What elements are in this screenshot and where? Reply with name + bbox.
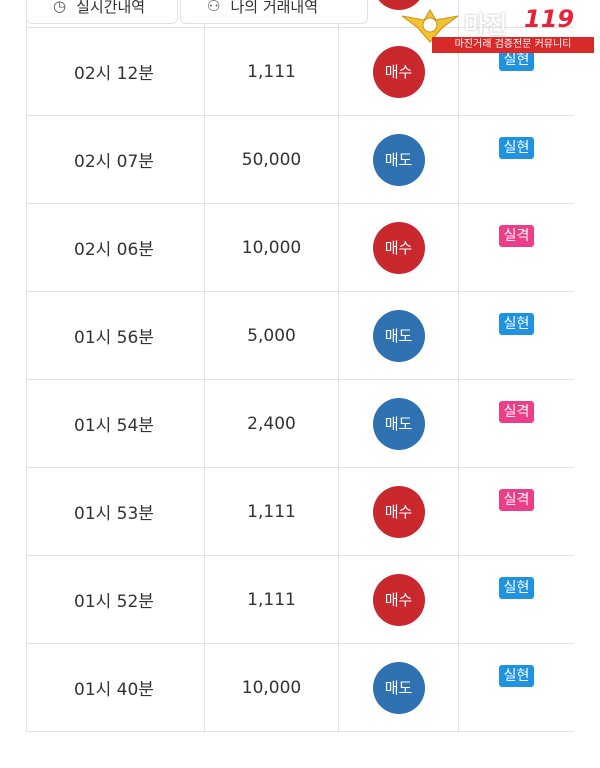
trade-amount: 1,111: [204, 467, 339, 556]
trade-history-table: 09시 27분50,000매수실현02시 12분1,111매수실현02시 07분…: [26, 0, 574, 732]
trade-amount: 1,111: [204, 27, 339, 116]
trade-amount: 2,400: [204, 379, 339, 468]
trade-rows: 09시 27분50,000매수실현02시 12분1,111매수실현02시 07분…: [26, 0, 574, 732]
table-row: 01시 54분 2,400 매도 실격: [26, 379, 574, 468]
trade-side-badge: 매수: [372, 485, 425, 538]
trade-history-table-container: 09시 27분50,000매수실현02시 12분1,111매수실현02시 07분…: [26, 0, 574, 752]
trade-side-cell: 매수: [338, 203, 459, 292]
site-logo-watermark: 마진 119 마진거래 검증전문 커뮤니티: [398, 5, 596, 54]
trade-result-cell: 실격: [458, 203, 574, 292]
trade-side-cell: 매수: [338, 467, 459, 556]
trade-result-badge: 실현: [498, 312, 535, 335]
trade-result-badge: 실현: [498, 576, 535, 599]
trade-side-badge: 매도: [372, 661, 425, 714]
trade-side-badge: 매도: [372, 397, 425, 450]
tab-my-trade-history[interactable]: ⚇ 나의 거래내역: [180, 0, 368, 24]
trade-result-cell: 실현: [458, 555, 574, 644]
logo-number: 119: [524, 5, 575, 33]
trade-side-cell: 매도: [338, 643, 459, 732]
trade-side-badge: 매도: [372, 309, 425, 362]
trade-result-badge: 실격: [498, 400, 535, 423]
user-icon: ⚇: [207, 0, 221, 15]
trade-side-cell: 매도: [338, 379, 459, 468]
trade-time: 02시 12분: [26, 27, 205, 116]
trade-amount: 10,000: [204, 203, 339, 292]
trade-time: 01시 56분: [26, 291, 205, 380]
trade-time: 02시 07분: [26, 115, 205, 204]
trade-side-badge: 매도: [372, 133, 425, 186]
trade-result-badge: 실격: [498, 224, 535, 247]
table-row: 01시 56분 5,000 매도 실현: [26, 291, 574, 380]
trade-side-cell: 매수: [338, 555, 459, 644]
trade-amount: 50,000: [204, 115, 339, 204]
tab-label: 나의 거래내역: [230, 0, 319, 16]
clock-icon: ◷: [53, 0, 67, 15]
trade-result-cell: 실격: [458, 467, 574, 556]
trade-result-cell: 실현: [458, 291, 574, 380]
table-row: 02시 06분 10,000 매수 실격: [26, 203, 574, 292]
trade-result-cell: 실현: [458, 115, 574, 204]
trade-time: 01시 40분: [26, 643, 205, 732]
trade-time: 01시 54분: [26, 379, 205, 468]
table-row: 01시 52분 1,111 매수 실현: [26, 555, 574, 644]
trade-time: 01시 53분: [26, 467, 205, 556]
trade-result-badge: 실현: [498, 664, 535, 687]
table-row: 02시 07분 50,000 매도 실현: [26, 115, 574, 204]
trade-amount: 1,111: [204, 555, 339, 644]
trade-result-badge: 실현: [498, 136, 535, 159]
trade-result-badge: 실격: [498, 488, 535, 511]
logo-subtitle: 마진거래 검증전문 커뮤니티: [432, 37, 594, 53]
trade-side-badge: 매수: [372, 221, 425, 274]
trade-amount: 10,000: [204, 643, 339, 732]
trade-side-cell: 매도: [338, 291, 459, 380]
trade-time: 02시 06분: [26, 203, 205, 292]
page-bottom-margin: [0, 752, 600, 768]
table-row: 01시 40분 10,000 매도 실현: [26, 643, 574, 732]
trade-time: 01시 52분: [26, 555, 205, 644]
trade-result-cell: 실현: [458, 643, 574, 732]
table-row: 01시 53분 1,111 매수 실격: [26, 467, 574, 556]
trade-side-cell: 매도: [338, 115, 459, 204]
tab-label: 실시간내역: [76, 0, 146, 16]
trade-side-badge: 매수: [372, 573, 425, 626]
logo-text: 마진: [464, 11, 507, 39]
tab-realtime-history[interactable]: ◷ 실시간내역: [26, 0, 178, 24]
trade-amount: 5,000: [204, 291, 339, 380]
trade-result-cell: 실격: [458, 379, 574, 468]
